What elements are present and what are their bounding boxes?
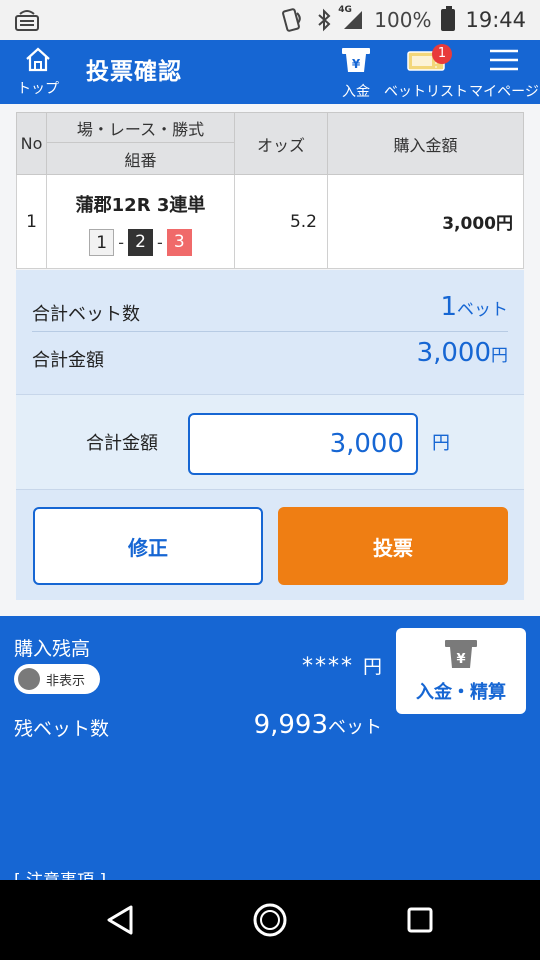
combo-third: 3	[166, 229, 192, 256]
total-bets-value: 1ベット	[440, 292, 508, 322]
header-place: 場・レース・勝式	[46, 112, 235, 143]
combo-sep: -	[157, 233, 163, 252]
total-amount-row: 合計金額 3,000円	[32, 338, 508, 382]
vote-button[interactable]: 投票	[278, 507, 508, 585]
amount-input[interactable]	[188, 413, 418, 475]
battery-percent: 100%	[374, 8, 432, 32]
toggle-label: 非表示	[46, 673, 86, 689]
hide-balance-toggle[interactable]: 非表示	[14, 664, 100, 694]
balance-label: 購入残高	[14, 638, 91, 660]
race-name: 蒲郡12R 3連単	[75, 195, 206, 216]
header-combo: 組番	[46, 142, 235, 175]
remaining-bets-value: 9,993ベット	[254, 710, 382, 740]
amount-input-unit: 円	[432, 433, 450, 454]
total-amount-value: 3,000円	[417, 338, 508, 368]
network-type: 4G	[338, 5, 352, 15]
remaining-bets-number: 9,993	[253, 710, 328, 740]
row-race-cell: 蒲郡12R 3連単 1 - 2 - 3	[46, 174, 235, 269]
combo-second: 2	[128, 229, 153, 256]
main-content: No 場・レース・勝式 オッズ 購入金額 組番 1 蒲郡12R 3連単 1 - …	[0, 104, 540, 616]
amount-input-label: 合計金額	[86, 433, 158, 454]
home-icon	[24, 46, 52, 76]
balance-masked: ****	[301, 654, 354, 679]
notice-heading[interactable]: [ 注意事項 ]	[14, 866, 106, 880]
clock: 19:44	[465, 8, 526, 32]
nfc-icon	[280, 7, 306, 33]
deposit-button[interactable]: ¥ 入金	[336, 46, 376, 102]
page-title: 投票確認	[86, 59, 182, 85]
action-buttons: 修正 投票	[16, 490, 524, 600]
betlist-button[interactable]: 1 ベットリスト	[384, 44, 468, 102]
home-label: トップ	[17, 81, 59, 97]
header-odds: オッズ	[234, 112, 328, 175]
recent-apps-icon[interactable]	[400, 900, 440, 940]
mypage-button[interactable]: マイページ	[469, 46, 539, 102]
total-bets-label: 合計ベット数	[32, 304, 140, 325]
mypage-label: マイページ	[469, 84, 539, 100]
back-icon[interactable]	[100, 900, 140, 940]
total-bets-number: 1	[440, 292, 457, 322]
modify-button[interactable]: 修正	[33, 507, 263, 585]
remaining-bets-label: 残ベット数	[14, 718, 110, 740]
combination: 1 - 2 - 3	[47, 229, 234, 256]
status-bar: 4G 100% 19:44	[0, 0, 540, 40]
svg-text:¥: ¥	[352, 57, 361, 71]
app-header: トップ 投票確認 ¥ 入金 1 ベットリスト マイページ	[0, 40, 540, 104]
total-amount-unit: 円	[491, 346, 508, 366]
home-circle-icon[interactable]	[250, 900, 290, 940]
menu-icon	[488, 46, 520, 78]
atm-icon: ¥	[441, 638, 481, 674]
total-amount-label: 合計金額	[32, 350, 104, 371]
bet-table: No 場・レース・勝式 オッズ 購入金額 組番 1 蒲郡12R 3連単 1 - …	[16, 112, 524, 269]
deposit-label: 入金	[342, 84, 370, 100]
amount-input-panel: 合計金額 円	[16, 394, 524, 490]
header-no: No	[16, 112, 47, 175]
deposit-settle-button[interactable]: ¥ 入金・精算	[396, 628, 526, 714]
row-odds: 5.2	[234, 174, 328, 269]
summary-panel: 合計ベット数 1ベット 合計金額 3,000円	[16, 270, 524, 394]
combo-first: 1	[89, 229, 115, 256]
battery-icon	[441, 6, 456, 31]
svg-text:¥: ¥	[456, 652, 465, 667]
header-amount: 購入金額	[327, 112, 524, 175]
balance-value: **** 円	[302, 652, 382, 679]
betlist-label: ベットリスト	[384, 84, 468, 100]
total-amount-number: 3,000	[416, 338, 491, 368]
balance-panel: 購入残高 非表示 **** 円 ¥ 入金・精算 残ベット数 9,993ベット […	[0, 616, 540, 880]
bluetooth-icon	[316, 8, 332, 32]
remaining-bets-unit: ベット	[328, 717, 382, 738]
combo-sep: -	[118, 233, 124, 252]
total-bets-row: 合計ベット数 1ベット	[32, 290, 508, 332]
signal-icon: 4G	[338, 5, 364, 31]
deposit-settle-label: 入金・精算	[416, 682, 506, 703]
table-row: 1 蒲郡12R 3連単 1 - 2 - 3 5.2 3,000円	[16, 174, 524, 269]
atm-icon: ¥	[340, 46, 372, 78]
system-nav-bar	[0, 880, 540, 960]
notification-icon	[14, 8, 40, 32]
total-bets-unit: ベット	[457, 300, 508, 320]
home-button[interactable]: トップ	[10, 46, 66, 102]
toggle-knob	[18, 668, 40, 690]
betlist-badge: 1	[432, 44, 452, 64]
row-no: 1	[16, 174, 47, 269]
balance-unit: 円	[362, 656, 382, 678]
row-amount: 3,000円	[327, 174, 524, 269]
